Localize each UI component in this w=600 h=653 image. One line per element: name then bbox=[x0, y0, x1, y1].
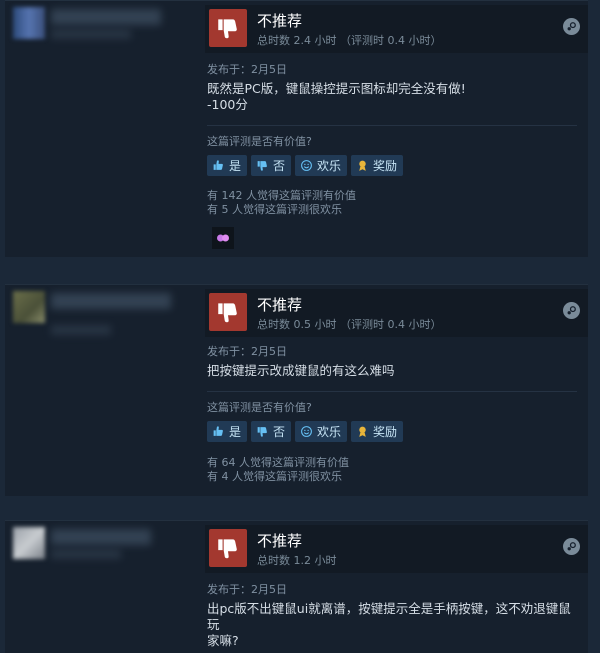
author-name[interactable] bbox=[51, 293, 171, 309]
review-card: 不推荐 总时数 1.2 小时 发布于：2月5日 出pc版不出键鼠ui就离谱，按键… bbox=[5, 520, 588, 653]
vote-no-button[interactable]: 否 bbox=[251, 421, 292, 442]
thumbs-down-icon bbox=[209, 9, 247, 47]
review-header[interactable]: 不推荐 总时数 1.2 小时 bbox=[205, 525, 588, 573]
review-author[interactable] bbox=[5, 285, 205, 345]
author-name[interactable] bbox=[51, 9, 161, 25]
review-verdict: 不推荐 bbox=[257, 532, 303, 550]
thumbs-down-icon bbox=[257, 161, 267, 171]
hours-played: 总时数 1.2 小时 bbox=[257, 554, 337, 567]
thumbs-down-icon bbox=[209, 529, 247, 567]
avatar[interactable] bbox=[13, 527, 45, 559]
helpful-counts: 有 142 人觉得这篇评测有价值 有 5 人觉得这篇评测很欢乐 bbox=[207, 189, 356, 216]
smiley-icon bbox=[301, 426, 312, 437]
review-header[interactable]: 不推荐 总时数 0.5 小时 （评测时 0.4 小时） bbox=[205, 289, 588, 337]
review-verdict: 不推荐 bbox=[257, 12, 303, 30]
vote-funny-button[interactable]: 欢乐 bbox=[295, 155, 348, 176]
divider bbox=[207, 391, 577, 392]
helpful-counts: 有 64 人觉得这篇评测有价值 有 4 人觉得这篇评测很欢乐 bbox=[207, 456, 349, 483]
posted-date: 发布于：2月5日 bbox=[207, 583, 287, 596]
vote-buttons: 是 否 欢乐 奖励 bbox=[207, 421, 404, 442]
vote-yes-button[interactable]: 是 bbox=[207, 155, 248, 176]
steam-icon bbox=[563, 18, 580, 35]
vote-funny-button[interactable]: 欢乐 bbox=[295, 421, 348, 442]
review-text: 把按键提示改成键鼠的有这么难吗 bbox=[207, 363, 395, 378]
thumbs-up-icon bbox=[213, 160, 223, 170]
author-meta bbox=[51, 549, 121, 559]
helpful-question: 这篇评测是否有价值? bbox=[207, 135, 312, 148]
helpful-question: 这篇评测是否有价值? bbox=[207, 401, 312, 414]
steam-icon bbox=[563, 302, 580, 319]
vote-no-button[interactable]: 否 bbox=[251, 155, 292, 176]
review-author[interactable] bbox=[5, 521, 205, 581]
thumbs-down-icon bbox=[209, 293, 247, 331]
review-card: 不推荐 总时数 2.4 小时 （评测时 0.4 小时） 发布于：2月5日 既然是… bbox=[5, 0, 588, 257]
vote-buttons: 是 否 欢乐 奖励 bbox=[207, 155, 404, 176]
hours-played: 总时数 0.5 小时 （评测时 0.4 小时） bbox=[257, 318, 442, 331]
avatar[interactable] bbox=[13, 291, 45, 323]
vote-yes-button[interactable]: 是 bbox=[207, 421, 248, 442]
author-meta bbox=[51, 325, 111, 335]
thumbs-up-icon bbox=[213, 426, 223, 436]
review-text: 出pc版不出键鼠ui就离谱，按键提示全是手柄按键，这不劝退键鼠玩 家嘛? bbox=[207, 601, 571, 648]
avatar[interactable] bbox=[13, 7, 45, 39]
divider bbox=[207, 125, 577, 126]
author-name[interactable] bbox=[51, 529, 151, 545]
review-author[interactable] bbox=[5, 1, 205, 61]
sparkle-award-icon[interactable] bbox=[212, 227, 234, 249]
posted-date: 发布于：2月5日 bbox=[207, 63, 287, 76]
review-header[interactable]: 不推荐 总时数 2.4 小时 （评测时 0.4 小时） bbox=[205, 5, 588, 53]
hours-played: 总时数 2.4 小时 （评测时 0.4 小时） bbox=[257, 34, 442, 47]
review-verdict: 不推荐 bbox=[257, 296, 303, 314]
author-meta bbox=[51, 29, 131, 39]
award-icon bbox=[359, 160, 366, 171]
thumbs-down-icon bbox=[257, 427, 267, 437]
steam-icon bbox=[563, 538, 580, 555]
award-button[interactable]: 奖励 bbox=[351, 421, 404, 442]
award-icon bbox=[359, 426, 366, 437]
review-text: 既然是PC版，键鼠操控提示图标却完全没有做! -100分 bbox=[207, 81, 466, 112]
smiley-icon bbox=[301, 160, 312, 171]
review-card: 不推荐 总时数 0.5 小时 （评测时 0.4 小时） 发布于：2月5日 把按键… bbox=[5, 284, 588, 496]
award-button[interactable]: 奖励 bbox=[351, 155, 404, 176]
posted-date: 发布于：2月5日 bbox=[207, 345, 287, 358]
